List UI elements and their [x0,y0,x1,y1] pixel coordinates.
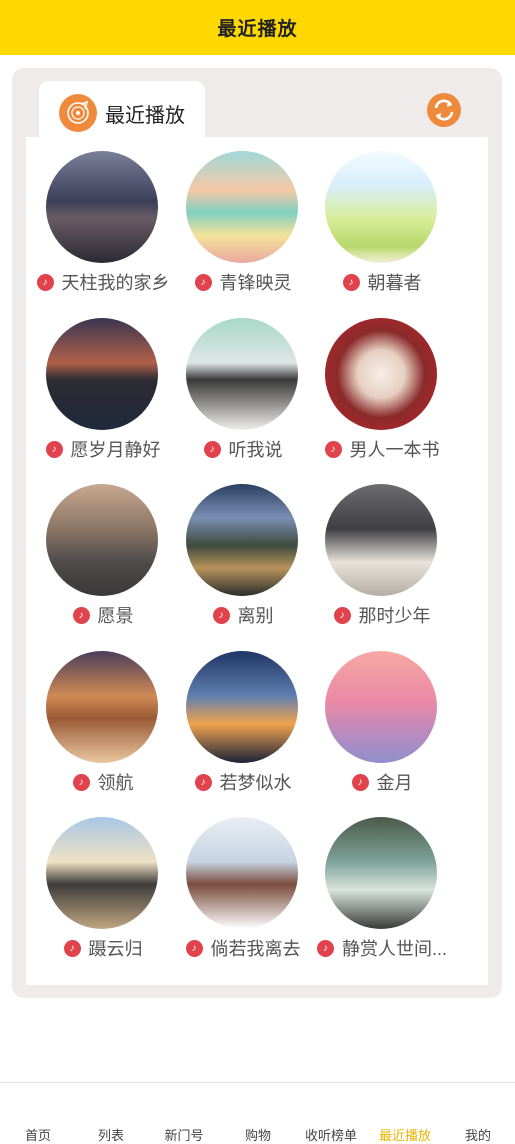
item-title[interactable]: 天柱我的家乡 [62,269,170,295]
music-note-icon: ♪ [185,939,203,957]
item-title[interactable]: 静赏人世间... [342,935,447,961]
page-title: 最近播放 [217,19,298,40]
cover-image[interactable] [325,651,437,763]
item-caption: ♪ 那时少年 [305,602,459,628]
item-title[interactable]: 离别 [238,602,274,628]
tab-item-0[interactable]: 首页 [25,1125,51,1144]
item-caption: ♪ 蹑云归 [26,935,180,961]
item-title[interactable]: 金月 [377,769,413,795]
recent-play-grid: ♪ 天柱我的家乡 ♪ 青锋映灵 ♪ 朝暮者 ♪ 愿岁月静好 ♪ 听我说 ♪ 男人一本书 ♪ 愿景 ♪ 离别 ♪ 那… [26,137,488,985]
music-note-icon: ♪ [203,440,221,458]
cover-image[interactable] [186,484,298,596]
recent-play-item[interactable]: ♪ 那时少年 [305,478,459,645]
record-disc-icon [59,94,97,132]
tab-item-6[interactable]: 我的 [465,1125,491,1144]
recent-play-item[interactable]: ♪ 青锋映灵 [166,145,320,312]
recent-play-item[interactable]: ♪ 愿景 [26,478,180,645]
tab-item-1[interactable]: 列表 [98,1125,124,1144]
item-title[interactable]: 男人一本书 [350,436,440,462]
item-title[interactable]: 那时少年 [359,602,431,628]
item-caption: ♪ 愿岁月静好 [26,436,180,462]
tab-label: 最近播放 [105,104,185,127]
music-note-icon: ♪ [342,273,360,291]
cover-image[interactable] [186,817,298,929]
cover-image[interactable] [46,484,158,596]
music-note-icon: ♪ [45,440,63,458]
music-note-icon: ♪ [212,606,230,624]
item-caption: ♪ 离别 [166,602,320,628]
recent-play-item[interactable]: ♪ 愿岁月静好 [26,312,180,479]
music-note-icon: ♪ [72,773,90,791]
music-note-icon: ♪ [351,773,369,791]
item-title[interactable]: 朝暮者 [368,269,422,295]
item-caption: ♪ 愿景 [26,602,180,628]
cover-image[interactable] [46,151,158,263]
music-note-icon: ♪ [316,939,334,957]
item-title[interactable]: 若梦似水 [220,769,292,795]
item-caption: ♪ 朝暮者 [305,269,459,295]
item-title[interactable]: 青锋映灵 [220,269,292,295]
recent-play-item[interactable]: ♪ 蹑云归 [26,811,180,978]
item-caption: ♪ 静赏人世间... [305,935,459,961]
refresh-icon [427,93,461,127]
cover-image[interactable] [325,484,437,596]
item-caption: ♪ 若梦似水 [166,769,320,795]
cover-image[interactable] [46,651,158,763]
recent-play-item[interactable]: ♪ 金月 [305,645,459,812]
music-note-icon: ♪ [324,440,342,458]
music-note-icon: ♪ [194,273,212,291]
cover-image[interactable] [186,318,298,430]
top-bar: 最近播放 [0,0,515,55]
tab-recent-play[interactable]: 最近播放 [39,81,205,145]
tab-item-2[interactable]: 新门号 [164,1125,203,1144]
item-title[interactable]: 愿景 [98,602,134,628]
music-note-icon: ♪ [72,606,90,624]
item-title[interactable]: 听我说 [229,436,283,462]
item-caption: ♪ 青锋映灵 [166,269,320,295]
music-note-icon: ♪ [194,773,212,791]
cover-image[interactable] [186,651,298,763]
recent-play-item[interactable]: ♪ 男人一本书 [305,312,459,479]
cover-image[interactable] [186,151,298,263]
item-caption: ♪ 天柱我的家乡 [26,269,180,295]
music-note-icon: ♪ [36,273,54,291]
music-note-icon: ♪ [333,606,351,624]
bottom-tab-bar: 首页 列表 新门号 购物 收听榜单 最近播放 我的 [0,1082,515,1144]
recent-play-item[interactable]: ♪ 听我说 [166,312,320,479]
item-title[interactable]: 倘若我离去 [211,935,301,961]
item-caption: ♪ 男人一本书 [305,436,459,462]
recent-play-item[interactable]: ♪ 静赏人世间... [305,811,459,978]
item-caption: ♪ 倘若我离去 [166,935,320,961]
tab-item-3[interactable]: 购物 [245,1125,271,1144]
tab-item-5[interactable]: 最近播放 [379,1125,431,1144]
item-title[interactable]: 愿岁月静好 [71,436,161,462]
recent-play-item[interactable]: ♪ 天柱我的家乡 [26,145,180,312]
item-caption: ♪ 金月 [305,769,459,795]
recent-play-item[interactable]: ♪ 若梦似水 [166,645,320,812]
refresh-button[interactable] [426,92,462,128]
recent-play-item[interactable]: ♪ 倘若我离去 [166,811,320,978]
item-title[interactable]: 蹑云归 [89,935,143,961]
cover-image[interactable] [325,318,437,430]
cover-image[interactable] [46,318,158,430]
recent-play-item[interactable]: ♪ 离别 [166,478,320,645]
recent-play-item[interactable]: ♪ 朝暮者 [305,145,459,312]
item-caption: ♪ 听我说 [166,436,320,462]
recent-play-item[interactable]: ♪ 领航 [26,645,180,812]
tab-item-4[interactable]: 收听榜单 [305,1125,357,1144]
cover-image[interactable] [46,817,158,929]
item-caption: ♪ 领航 [26,769,180,795]
cover-image[interactable] [325,151,437,263]
cover-image[interactable] [325,817,437,929]
music-note-icon: ♪ [63,939,81,957]
item-title[interactable]: 领航 [98,769,134,795]
recent-play-panel: 最近播放 ♪ 天柱我的家乡 ♪ 青锋映灵 ♪ 朝暮者 ♪ 愿岁月静好 ♪ 听我说 ♪ 男人一本书 ♪ 愿景… [12,68,502,998]
